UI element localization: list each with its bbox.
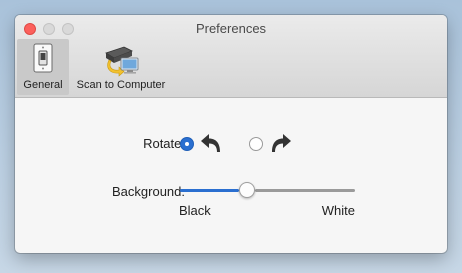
- slider-track-filled: [180, 189, 239, 192]
- background-slider[interactable]: [180, 182, 355, 198]
- rotate-right-radio[interactable]: [249, 137, 263, 151]
- slider-track-empty: [254, 189, 355, 192]
- desktop-background: Preferences General Scan to Computer Rot…: [0, 0, 462, 273]
- toolbar-item-general-label: General: [23, 79, 63, 91]
- general-pane: Rotate: Background: Black White: [15, 98, 447, 253]
- title-bar: Preferences General Scan to Computer: [15, 15, 447, 98]
- toolbar-item-scan-to-computer[interactable]: Scan to Computer: [71, 39, 171, 95]
- toolbar-item-general[interactable]: General: [17, 39, 69, 95]
- rotate-left-radio[interactable]: [180, 137, 194, 151]
- toolbar-item-scan-label: Scan to Computer: [76, 79, 166, 91]
- background-label: Background:: [112, 184, 185, 199]
- slider-min-label: Black: [179, 203, 211, 218]
- scanner-computer-icon: [102, 43, 140, 82]
- preferences-window: Preferences General Scan to Computer Rot…: [15, 15, 447, 253]
- light-switch-icon: [32, 43, 54, 78]
- rotate-left-arrow-icon: [199, 131, 223, 155]
- slider-max-label: White: [321, 203, 355, 218]
- window-title: Preferences: [195, 21, 267, 36]
- slider-thumb[interactable]: [238, 182, 255, 198]
- rotate-label: Rotate:: [143, 136, 185, 151]
- rotate-right-arrow-icon: [269, 131, 293, 155]
